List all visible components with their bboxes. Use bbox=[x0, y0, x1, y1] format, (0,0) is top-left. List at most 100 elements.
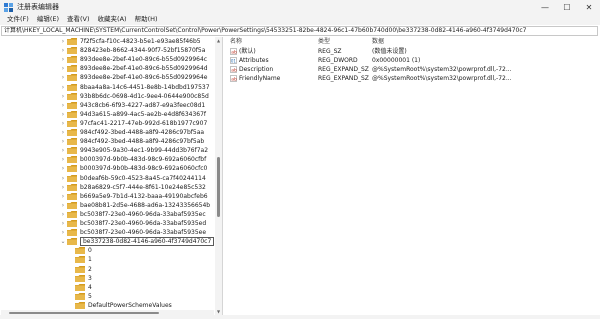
tree-item[interactable]: › b28a6829-c5f7-444e-8f61-10e24e85c532 bbox=[59, 183, 206, 192]
tree-item[interactable]: › 97cfac41-2217-47eb-992d-618b1977c907 bbox=[59, 119, 207, 128]
folder-icon bbox=[67, 238, 77, 246]
folder-icon bbox=[67, 229, 77, 237]
value-row[interactable]: 01 Attributes REG_DWORD 0x00000001 (1) bbox=[228, 56, 598, 65]
tree-item[interactable]: 2 bbox=[67, 265, 92, 274]
value-type: REG_SZ bbox=[318, 48, 342, 55]
chevron-right-icon[interactable]: › bbox=[59, 147, 67, 154]
chevron-right-icon[interactable]: › bbox=[59, 93, 67, 100]
folder-icon bbox=[67, 147, 77, 155]
tree-item[interactable]: › 8baa4a8a-14c6-4451-8e8b-14bdbd197537 bbox=[59, 83, 210, 92]
tree-hscroll-thumb[interactable] bbox=[9, 312, 159, 314]
column-header-name[interactable]: 名称 bbox=[230, 37, 242, 46]
chevron-right-icon[interactable]: › bbox=[59, 229, 67, 236]
tree-item-label: b0deaf6b-59c0-4523-8a45-ca7f40244114 bbox=[80, 174, 206, 182]
folder-icon bbox=[67, 210, 77, 218]
tree-item[interactable]: 0 bbox=[67, 246, 92, 255]
tree-item-label: 3 bbox=[88, 274, 92, 282]
chevron-right-icon[interactable]: › bbox=[59, 65, 67, 72]
maximize-button[interactable]: ☐ bbox=[556, 0, 578, 14]
value-row[interactable]: ab Description REG_EXPAND_SZ @%SystemRoot%\… bbox=[228, 65, 598, 74]
chevron-down-icon[interactable]: ⌄ bbox=[59, 238, 67, 245]
menu-file[interactable]: 文件(F) bbox=[3, 14, 33, 25]
value-type: REG_DWORD bbox=[318, 57, 358, 64]
column-header-data[interactable]: 数据 bbox=[372, 37, 384, 46]
tree-item-label: 0 bbox=[88, 247, 92, 255]
tree-item[interactable]: › 984cf492-3bed-4488-a8f9-4286c97bf5ab bbox=[59, 137, 204, 146]
tree-item[interactable]: › 984cf492-3bed-4488-a8f9-4286c97bf5aa bbox=[59, 128, 204, 137]
tree-item[interactable]: › bc5038f7-23e0-4960-96da-33abaf5935ee bbox=[59, 228, 206, 237]
menu-edit[interactable]: 编辑(E) bbox=[33, 14, 63, 25]
menu-favorites[interactable]: 收藏夹(A) bbox=[94, 14, 131, 25]
menu-view[interactable]: 查看(V) bbox=[63, 14, 94, 25]
folder-icon bbox=[67, 65, 77, 73]
folder-icon bbox=[67, 138, 77, 146]
tree-item[interactable]: › 7f2f5cfa-f10c-4823-b5e1-e93ae85f46b5 bbox=[59, 37, 201, 46]
tree-item[interactable]: › b669a5e9-7b1d-4132-baaa-49190abcfeb6 bbox=[59, 192, 208, 201]
tree-item[interactable]: › bc5038f7-23e0-4960-96da-33abaf5935ec bbox=[59, 210, 206, 219]
chevron-right-icon[interactable]: › bbox=[59, 165, 67, 172]
tree-item-label: 893dee8e-2bef-41e0-89c6-b55d0929964d bbox=[80, 65, 208, 73]
chevron-right-icon[interactable]: › bbox=[59, 74, 67, 81]
chevron-right-icon[interactable]: › bbox=[59, 202, 67, 209]
tree-item[interactable]: › 893dee8e-2bef-41e0-89c6-b55d0929964e bbox=[59, 73, 207, 82]
folder-icon bbox=[75, 247, 85, 255]
folder-icon bbox=[67, 101, 77, 109]
chevron-right-icon[interactable]: › bbox=[59, 38, 67, 45]
chevron-right-icon[interactable]: › bbox=[59, 220, 67, 227]
tree-item[interactable]: › bae08b81-2d5e-4688-ad6a-13243356654b bbox=[59, 201, 210, 210]
tree-item[interactable]: 5 bbox=[67, 292, 92, 301]
tree-item[interactable]: 3 bbox=[67, 274, 92, 283]
chevron-right-icon[interactable]: › bbox=[59, 175, 67, 182]
folder-icon bbox=[67, 83, 77, 91]
key-tree-pane: DefaultPowerSchemeValues 5 4 3 2 1 0 ⌄ be337238-… bbox=[1, 37, 223, 315]
tree-item[interactable]: ⌄ be337238-0d82-4146-a960-4f3749d470c7 bbox=[59, 237, 215, 247]
tree-item[interactable]: › 893dee8e-2bef-41e0-89c6-b55d0929964d bbox=[59, 64, 208, 73]
folder-icon bbox=[67, 192, 77, 200]
tree-item[interactable]: 4 bbox=[67, 283, 92, 292]
chevron-right-icon[interactable]: › bbox=[59, 102, 67, 109]
column-header-type[interactable]: 类型 bbox=[318, 37, 330, 46]
window-title: 注册表编辑器 bbox=[17, 3, 59, 11]
address-bar[interactable]: 计算机\HKEY_LOCAL_MACHINE\SYSTEM\CurrentCon… bbox=[1, 26, 598, 36]
tree-vertical-scrollbar[interactable]: ▲ ▼ bbox=[215, 37, 222, 315]
chevron-right-icon[interactable]: › bbox=[59, 156, 67, 163]
chevron-right-icon[interactable]: › bbox=[59, 193, 67, 200]
minimize-button[interactable]: — bbox=[534, 0, 556, 14]
chevron-right-icon[interactable]: › bbox=[59, 184, 67, 191]
values-pane: 名称 类型 数据 ab (默认) REG_SZ (数值未设置) 01 Attributes… bbox=[228, 37, 598, 315]
tree-item[interactable]: › b000397d-9b0b-483d-98c9-692a6060cfc0 bbox=[59, 164, 207, 173]
chevron-right-icon[interactable]: › bbox=[59, 47, 67, 54]
tree-item[interactable]: › b0deaf6b-59c0-4523-8a45-ca7f40244114 bbox=[59, 174, 206, 183]
tree-item[interactable]: › 93b8b6dc-0698-4d1c-9ee4-0644e900c85d bbox=[59, 92, 209, 101]
tree-scroll-thumb[interactable] bbox=[217, 157, 220, 217]
tree-item[interactable]: › bc5038f7-23e0-4960-96da-33abaf5935ed bbox=[59, 219, 206, 228]
chevron-right-icon[interactable]: › bbox=[59, 211, 67, 218]
scroll-down-icon[interactable]: ▼ bbox=[216, 309, 221, 314]
tree-item[interactable]: › 943c8cb6-6f93-4227-ad87-e9a3feec08d1 bbox=[59, 101, 205, 110]
value-name: Attributes bbox=[239, 57, 269, 64]
chevron-right-icon[interactable]: › bbox=[59, 84, 67, 91]
folder-icon bbox=[75, 301, 85, 309]
value-data: @%SystemRoot%\system32\powrprof.dll,-72.… bbox=[372, 75, 512, 82]
tree-item[interactable]: › 9943e905-9a30-4ec1-9b99-44dd3b76f7a2 bbox=[59, 146, 208, 155]
scroll-up-icon[interactable]: ▲ bbox=[216, 38, 221, 43]
tree-item[interactable]: › 893dee8e-2bef-41e0-89c6-b55d0929964c bbox=[59, 55, 207, 64]
chevron-right-icon[interactable]: › bbox=[59, 56, 67, 63]
tree-item[interactable]: › 94d3a615-a899-4ac5-ae2b-e4d8f634367f bbox=[59, 110, 206, 119]
menu-help[interactable]: 帮助(H) bbox=[131, 14, 162, 25]
tree-item[interactable]: › b000397d-9b0b-483d-98c9-692a6060cfbf bbox=[59, 155, 206, 164]
chevron-right-icon[interactable]: › bbox=[59, 129, 67, 136]
chevron-right-icon[interactable]: › bbox=[59, 120, 67, 127]
folder-icon bbox=[75, 283, 85, 291]
value-row[interactable]: ab FriendlyName REG_EXPAND_SZ @%SystemRoot%… bbox=[228, 74, 598, 83]
chevron-right-icon[interactable]: › bbox=[59, 111, 67, 118]
tree-item[interactable]: DefaultPowerSchemeValues bbox=[67, 301, 172, 310]
string-value-icon: ab bbox=[230, 48, 237, 55]
tree-item[interactable]: 1 bbox=[67, 255, 92, 264]
tree-item[interactable]: › 828423eb-8662-4344-90f7-52bf15870f5a bbox=[59, 46, 205, 55]
chevron-right-icon[interactable]: › bbox=[59, 138, 67, 145]
value-row[interactable]: ab (默认) REG_SZ (数值未设置) bbox=[228, 47, 598, 56]
svg-text:ab: ab bbox=[231, 76, 237, 82]
close-button[interactable]: ✕ bbox=[578, 0, 600, 14]
registry-editor-app-icon bbox=[4, 2, 13, 12]
